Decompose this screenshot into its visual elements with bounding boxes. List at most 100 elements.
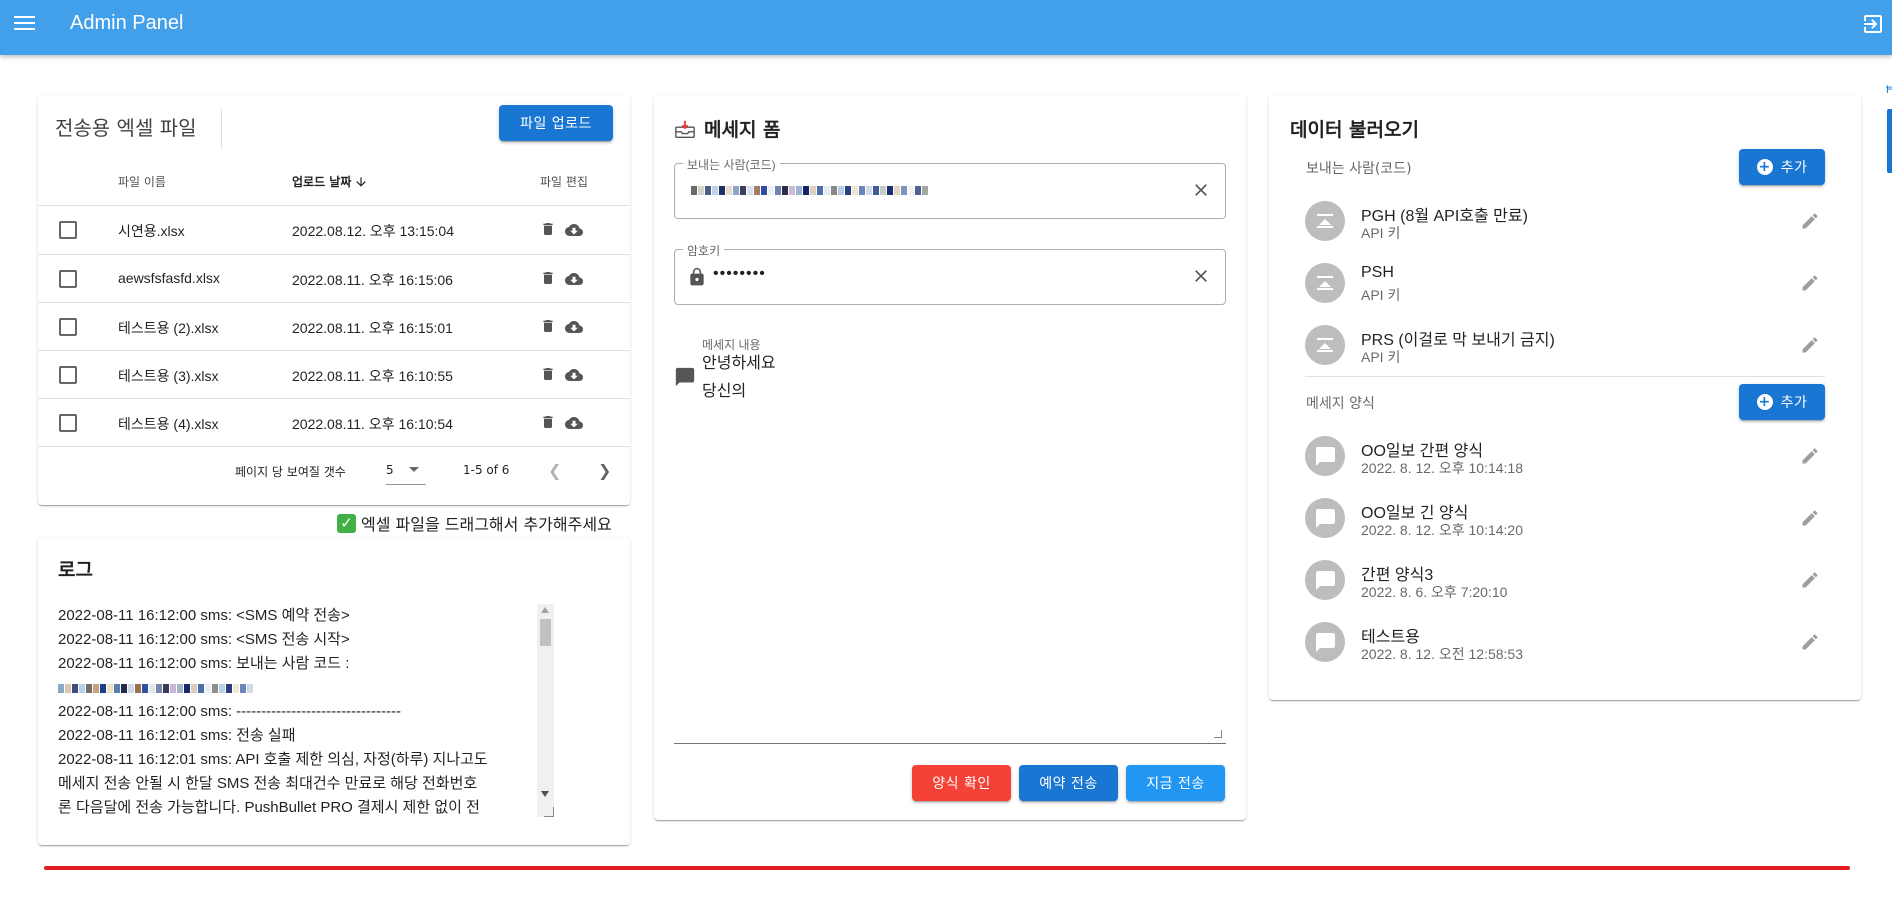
scroll-up-icon[interactable]	[541, 607, 549, 613]
row-checkbox[interactable]	[59, 221, 77, 239]
upload-date-cell: 2022.08.11. 오후 16:10:55	[292, 368, 453, 384]
upload-date-cell: 2022.08.12. 오후 13:15:04	[292, 223, 454, 239]
api-key-value: ••••••••	[713, 265, 766, 282]
delete-icon[interactable]	[540, 318, 556, 334]
redacted-code	[58, 683, 253, 693]
clear-icon[interactable]	[1191, 266, 1211, 286]
template-date: 2022. 8. 12. 오전 12:58:53	[1361, 646, 1523, 662]
rows-per-page-value: 5	[386, 463, 394, 477]
send-now-button[interactable]: 지금 전송	[1126, 765, 1225, 801]
message-form-card: 메세지 폼 보내는 사람(코드) 암호키 •••••••• 메세지 내용 안녕하…	[654, 95, 1246, 820]
clear-icon[interactable]	[1191, 180, 1211, 200]
file-name-cell: aewsfsfasfd.xlsx	[118, 270, 220, 286]
column-upload-date-label: 업로드 날짜	[292, 175, 352, 189]
add-sender-label: 추가	[1780, 160, 1808, 176]
schedule-send-button[interactable]: 예약 전송	[1019, 765, 1118, 801]
template-list-item[interactable]: 테스트용 2022. 8. 12. 오전 12:58:53	[1305, 612, 1825, 672]
upload-date-cell: 2022.08.11. 오후 16:15:01	[292, 320, 453, 336]
row-checkbox[interactable]	[59, 414, 77, 432]
previous-page-icon[interactable]: ❮	[548, 461, 561, 480]
cloud-download-icon[interactable]	[565, 270, 583, 288]
message-form-title: 메세지 폼	[704, 119, 781, 141]
row-checkbox[interactable]	[59, 366, 77, 384]
edit-pencil-icon[interactable]	[1800, 273, 1820, 293]
resize-handle-icon[interactable]	[544, 807, 554, 817]
delete-icon[interactable]	[540, 414, 556, 430]
redacted-sender-code	[691, 186, 928, 195]
upload-date-cell: 2022.08.11. 오후 16:10:54	[292, 416, 453, 432]
sender-list-item[interactable]: PGH (8월 API호출 만료) API 키	[1305, 191, 1825, 251]
log-line: 메세지 전송 안될 시 한달 SMS 전송 최대건수 만료로 해당 전화번호	[58, 775, 478, 792]
add-circle-icon: +	[1756, 394, 1773, 410]
log-line: 2022-08-11 16:12:01 sms: 전송 실패	[58, 727, 296, 744]
key-avatar-icon	[1305, 325, 1345, 365]
sender-sub: API 키	[1361, 225, 1401, 241]
resize-handle-icon[interactable]	[1214, 730, 1222, 738]
edit-pencil-icon[interactable]	[1800, 335, 1820, 355]
row-checkbox[interactable]	[59, 270, 77, 288]
table-row: aewsfsfasfd.xlsx 2022.08.11. 오후 16:15:06	[38, 255, 630, 303]
file-card-title: 전송용 엑셀 파일	[55, 116, 197, 140]
file-upload-button[interactable]: 파일 업로드	[499, 105, 613, 141]
red-divider-line	[44, 866, 1850, 870]
menu-icon[interactable]	[14, 12, 38, 36]
template-list-item[interactable]: OO일보 긴 양식 2022. 8. 12. 오후 10:14:20	[1305, 488, 1825, 548]
sort-arrow-down-icon	[356, 176, 367, 187]
add-template-label: 추가	[1780, 395, 1808, 411]
logout-icon[interactable]	[1861, 12, 1885, 36]
column-file-name[interactable]: 파일 이름	[118, 173, 166, 190]
edit-pencil-icon[interactable]	[1800, 632, 1820, 652]
log-scrollbar[interactable]	[537, 604, 554, 817]
drag-hint-text: 엑셀 파일을 드래그해서 추가해주세요	[361, 515, 612, 534]
column-upload-date[interactable]: 업로드 날짜	[292, 173, 368, 190]
cloud-download-icon[interactable]	[565, 318, 583, 336]
chat-avatar-icon	[1305, 560, 1345, 600]
edit-pencil-icon[interactable]	[1800, 508, 1820, 528]
add-template-button[interactable]: + 추가	[1739, 384, 1825, 420]
api-key-label: 암호키	[683, 242, 725, 259]
log-card-title: 로그	[58, 559, 93, 581]
api-key-field[interactable]: 암호키 ••••••••	[674, 242, 1226, 305]
add-circle-icon: +	[1756, 159, 1773, 175]
section-divider	[1305, 376, 1825, 377]
cloud-download-icon[interactable]	[565, 414, 583, 432]
message-content-field[interactable]: 메세지 내용 안녕하세요 당신의	[674, 336, 1226, 744]
log-textarea[interactable]: 2022-08-11 16:12:00 sms: <SMS 예약 전송> 202…	[58, 604, 574, 817]
delete-icon[interactable]	[540, 366, 556, 382]
sender-list-item[interactable]: PRS (이걸로 막 보내기 금지) API 키	[1305, 315, 1825, 375]
table-row: 시연용.xlsx 2022.08.12. 오후 13:15:04	[38, 206, 630, 254]
inbox-tray-icon	[675, 120, 695, 138]
scroll-thumb[interactable]	[540, 619, 551, 646]
edit-pencil-icon[interactable]	[1800, 446, 1820, 466]
delete-icon[interactable]	[540, 270, 556, 286]
cloud-download-icon[interactable]	[565, 366, 583, 384]
sender-code-label: 보내는 사람(코드)	[683, 156, 780, 173]
row-checkbox[interactable]	[59, 318, 77, 336]
delete-icon[interactable]	[540, 221, 556, 237]
key-avatar-icon	[1305, 201, 1345, 241]
scroll-down-icon[interactable]	[541, 791, 549, 797]
next-page-icon[interactable]: ❯	[598, 461, 611, 480]
chat-avatar-icon	[1305, 498, 1345, 538]
side-tab[interactable]	[1887, 109, 1892, 173]
edit-pencil-icon[interactable]	[1800, 211, 1820, 231]
check-template-button[interactable]: 양식 확인	[912, 765, 1011, 801]
data-load-card: 데이터 불러오기 보내는 사람(코드) + 추가 PGH (8월 API호출 만…	[1269, 95, 1861, 700]
column-file-edit: 파일 편집	[540, 175, 588, 189]
rows-per-page-select[interactable]: 5	[386, 455, 426, 485]
sender-list-item[interactable]: PSH API 키	[1305, 253, 1825, 313]
lock-icon	[690, 267, 704, 286]
table-row: 테스트용 (3).xlsx 2022.08.11. 오후 16:10:55	[38, 351, 630, 399]
template-list-item[interactable]: 간편 양식3 2022. 8. 6. 오후 7:20:10	[1305, 550, 1825, 610]
log-line: 2022-08-11 16:12:00 sms: 보내는 사람 코드 :	[58, 655, 350, 672]
excel-file-card: 전송용 엑셀 파일 파일 업로드 파일 이름 업로드 날짜 파일 편집 시연용.…	[38, 95, 630, 505]
chat-bubble-icon	[675, 367, 695, 387]
edit-pencil-icon[interactable]	[1800, 570, 1820, 590]
sender-code-field[interactable]: 보내는 사람(코드)	[674, 156, 1226, 219]
template-date: 2022. 8. 12. 오후 10:14:20	[1361, 522, 1523, 538]
add-sender-button[interactable]: + 추가	[1739, 149, 1825, 185]
template-list-item[interactable]: OO일보 간편 양식 2022. 8. 12. 오후 10:14:18	[1305, 426, 1825, 486]
table-row: 테스트용 (2).xlsx 2022.08.11. 오후 16:15:01	[38, 303, 630, 351]
cloud-download-icon[interactable]	[565, 221, 583, 239]
app-bar: Admin Panel	[0, 0, 1892, 55]
